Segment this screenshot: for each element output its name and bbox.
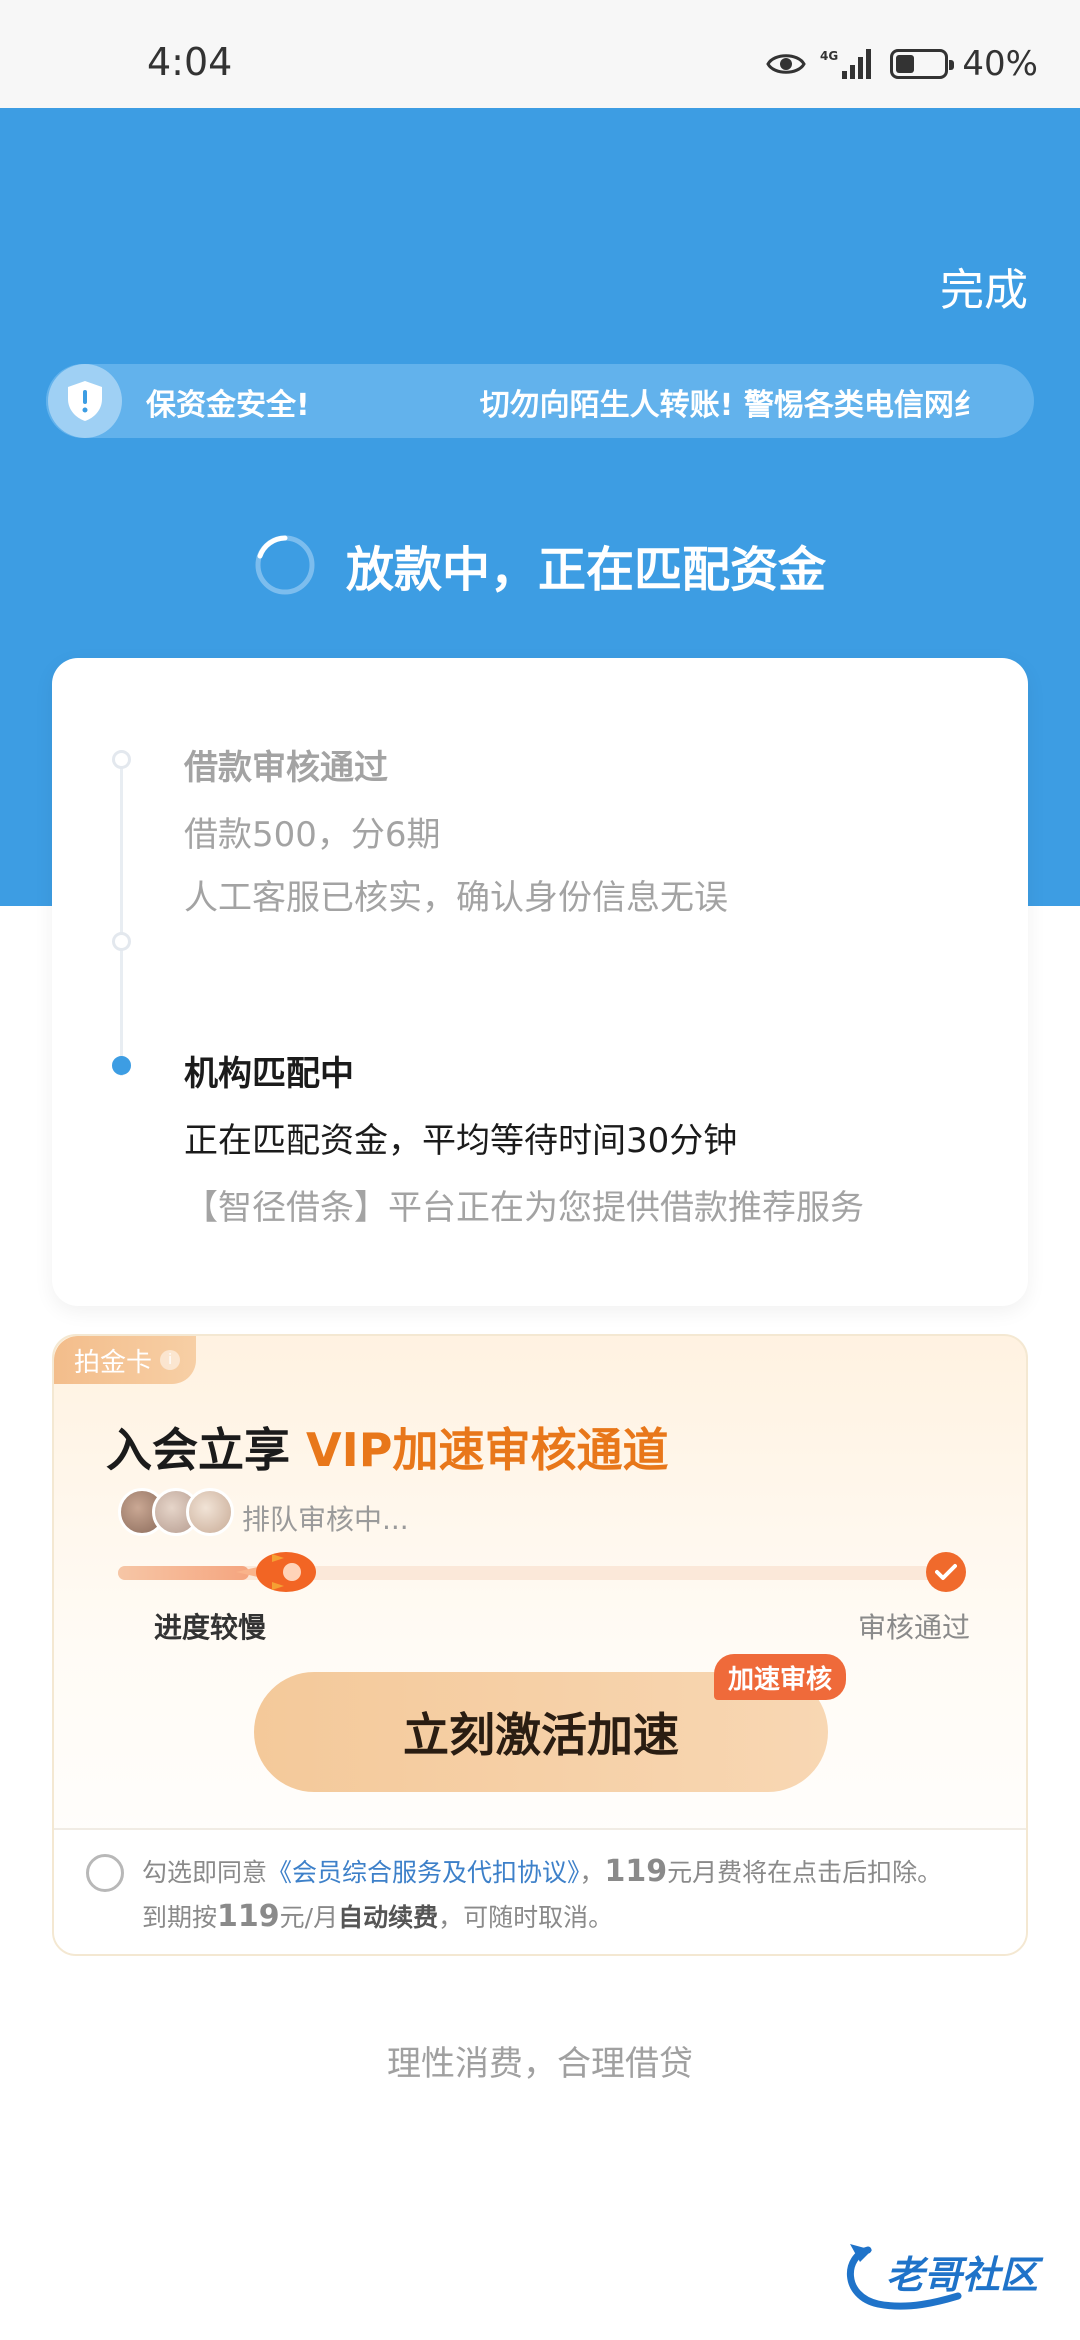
vip-card: 拍金卡 i 入会立享 VIP加速审核通道 排队审核中... 进度较慢 审核通过 … — [52, 1334, 1028, 1956]
battery-percent: 40% — [962, 44, 1038, 84]
agreement-amount-2: 119 — [217, 1899, 280, 1934]
progress-label-pass: 审核通过 — [857, 1611, 970, 1644]
status-icons: 4G 40% — [766, 44, 1038, 84]
step-desc: 正在匹配资金，平均等待时间30分钟 — [184, 1121, 738, 1161]
queue-avatars — [118, 1488, 234, 1536]
done-button[interactable]: 完成 — [940, 254, 1028, 318]
step-desc: 人工客服已核实，确认身份信息无误 — [184, 878, 728, 918]
step-approved: 借款审核通过 借款500，分6期 — [184, 740, 441, 856]
timeline-dot-active — [112, 1056, 131, 1075]
loading-status: 放款中，正在匹配资金 — [0, 530, 1080, 600]
watermark-logo: 老哥社区 — [846, 2244, 1044, 2310]
timeline-dot — [112, 750, 131, 769]
notice-marquee: 保资金安全! 切勿向陌生人转账! 警惕各类电信网纟 — [146, 380, 1034, 424]
agreement-suffix: ，可随时取消。 — [438, 1903, 614, 1932]
notice-text-2: 切勿向陌生人转账! 警惕各类电信网纟 — [479, 388, 984, 423]
speedup-badge: 加速审核 — [714, 1654, 847, 1700]
agreement-link[interactable]: 《会员综合服务及代扣协议》 — [267, 1858, 580, 1887]
agreement-text: 勾选即同意《会员综合服务及代扣协议》，119元月费将在点击后扣除。 到期按119元… — [142, 1850, 1002, 1940]
agreement-auto-renew: 自动续费 — [338, 1903, 439, 1932]
vip-headline-highlight: VIP加速审核通道 — [306, 1423, 669, 1477]
agree-checkbox[interactable] — [86, 1854, 124, 1892]
footer-slogan: 理性消费，合理借贷 — [387, 2044, 693, 2084]
timeline-dot — [112, 932, 131, 951]
timeline-line — [120, 758, 123, 1076]
vip-tag: 拍金卡 i — [54, 1336, 196, 1384]
signal-icon: 4G — [820, 49, 872, 79]
agreement-text-3: 元/月 — [279, 1903, 339, 1932]
vip-tag-label: 拍金卡 — [74, 1347, 153, 1378]
status-bar: 4:04 4G 40% — [0, 0, 1080, 108]
loan-progress-card: 借款审核通过 借款500，分6期 人工客服已核实，确认身份信息无误 机构匹配中 … — [52, 658, 1028, 1306]
notice-text-1: 保资金安全! — [146, 388, 310, 423]
agreement-text-2: 到期按 — [142, 1903, 218, 1932]
svg-text:老哥社区: 老哥社区 — [886, 2253, 1044, 2297]
shield-icon — [68, 381, 102, 421]
agreement-row: 勾选即同意《会员综合服务及代扣协议》，119元月费将在点击后扣除。 到期按119元… — [54, 1828, 1026, 1954]
queue-status-text: 排队审核中... — [242, 1503, 409, 1536]
svg-text:4G: 4G — [820, 49, 838, 63]
notice-bar: 保资金安全! 切勿向陌生人转账! 警惕各类电信网纟 — [46, 364, 1034, 438]
step-title: 机构匹配中 — [184, 1054, 354, 1094]
loading-spinner-icon — [255, 535, 315, 595]
step-title: 借款审核通过 — [184, 748, 388, 788]
agreement-text-1: 元月费将在点击后扣除。 — [667, 1858, 943, 1887]
step-desc: 借款500，分6期 — [184, 815, 441, 855]
eye-icon — [766, 54, 807, 74]
info-icon[interactable]: i — [160, 1350, 181, 1370]
review-progress-fill — [118, 1566, 250, 1580]
loading-text: 放款中，正在匹配资金 — [345, 542, 826, 598]
rocket-icon — [236, 1552, 316, 1592]
step-matching: 机构匹配中 正在匹配资金，平均等待时间30分钟 【智径借条】平台正在为您提供借款… — [184, 1046, 864, 1229]
agreement-prefix: 勾选即同意 — [142, 1858, 268, 1887]
status-time: 4:04 — [147, 40, 233, 84]
progress-label-slow: 进度较慢 — [154, 1611, 267, 1644]
vip-headline: 入会立享 VIP加速审核通道 — [106, 1414, 668, 1480]
agreement-amount: 119 — [604, 1854, 668, 1889]
avatar — [186, 1488, 234, 1536]
vip-headline-prefix: 入会立享 — [106, 1423, 307, 1477]
step-desc-secondary: 【智径借条】平台正在为您提供借款推荐服务 — [184, 1188, 864, 1228]
battery-icon — [890, 49, 955, 79]
check-icon — [926, 1552, 966, 1592]
agreement-sep: ， — [579, 1858, 605, 1887]
